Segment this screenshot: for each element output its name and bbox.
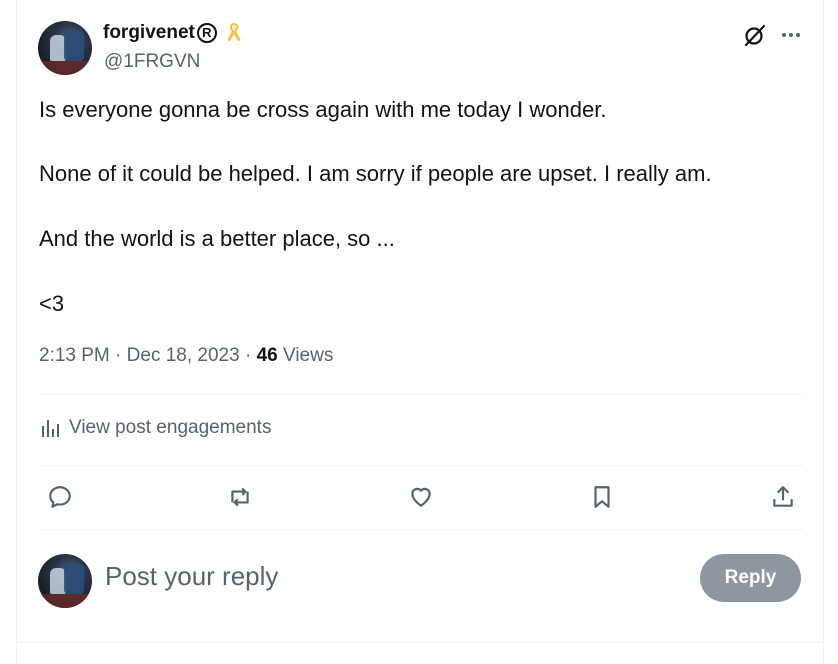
divider	[16, 642, 824, 643]
reply-input[interactable]	[105, 561, 665, 592]
share-button[interactable]	[768, 482, 798, 512]
view-engagements-link[interactable]: View post engagements	[39, 416, 271, 440]
repost-icon	[231, 487, 249, 507]
post-metadata: 2:13 PM · Dec 18, 2023 · 46 Views	[39, 345, 333, 367]
reply-button[interactable]	[45, 482, 75, 512]
current-user-avatar[interactable]	[38, 554, 92, 608]
views-label: Views	[283, 345, 334, 366]
views-count: 46	[256, 345, 278, 366]
meta-separator: ·	[115, 345, 122, 366]
reply-submit-button[interactable]: Reply	[700, 554, 801, 602]
heart-icon	[411, 487, 431, 507]
grok-icon[interactable]	[743, 23, 767, 47]
divider	[39, 529, 803, 530]
post-paragraph: Is everyone gonna be cross again with me…	[39, 97, 607, 122]
post-date[interactable]: Dec 18, 2023	[127, 345, 240, 366]
post-paragraph: <3	[39, 291, 65, 316]
author-avatar[interactable]	[38, 21, 92, 75]
repost-button[interactable]	[225, 482, 255, 512]
author-display-name[interactable]: forgivenet	[103, 22, 195, 44]
post-time[interactable]: 2:13 PM	[39, 345, 110, 366]
more-icon[interactable]	[779, 23, 803, 47]
post-paragraph: And the world is a better place, so ...	[39, 226, 395, 251]
author-handle[interactable]: @1FRGVN	[104, 51, 200, 73]
awareness-ribbon-icon	[227, 23, 241, 42]
bookmark-icon	[594, 486, 610, 508]
meta-separator: ·	[244, 345, 252, 366]
registered-icon: R	[196, 23, 217, 43]
post-paragraph: None of it could be helped. I am sorry i…	[39, 161, 712, 186]
author-name[interactable]: forgivenet R	[103, 21, 246, 45]
divider	[39, 394, 803, 395]
reply-icon	[49, 486, 71, 508]
bookmark-button[interactable]	[587, 482, 617, 512]
share-icon	[773, 486, 793, 507]
view-engagements-label: View post engagements	[69, 417, 272, 438]
bar-chart-icon	[42, 420, 59, 437]
like-button[interactable]	[406, 482, 436, 512]
divider	[39, 465, 803, 466]
